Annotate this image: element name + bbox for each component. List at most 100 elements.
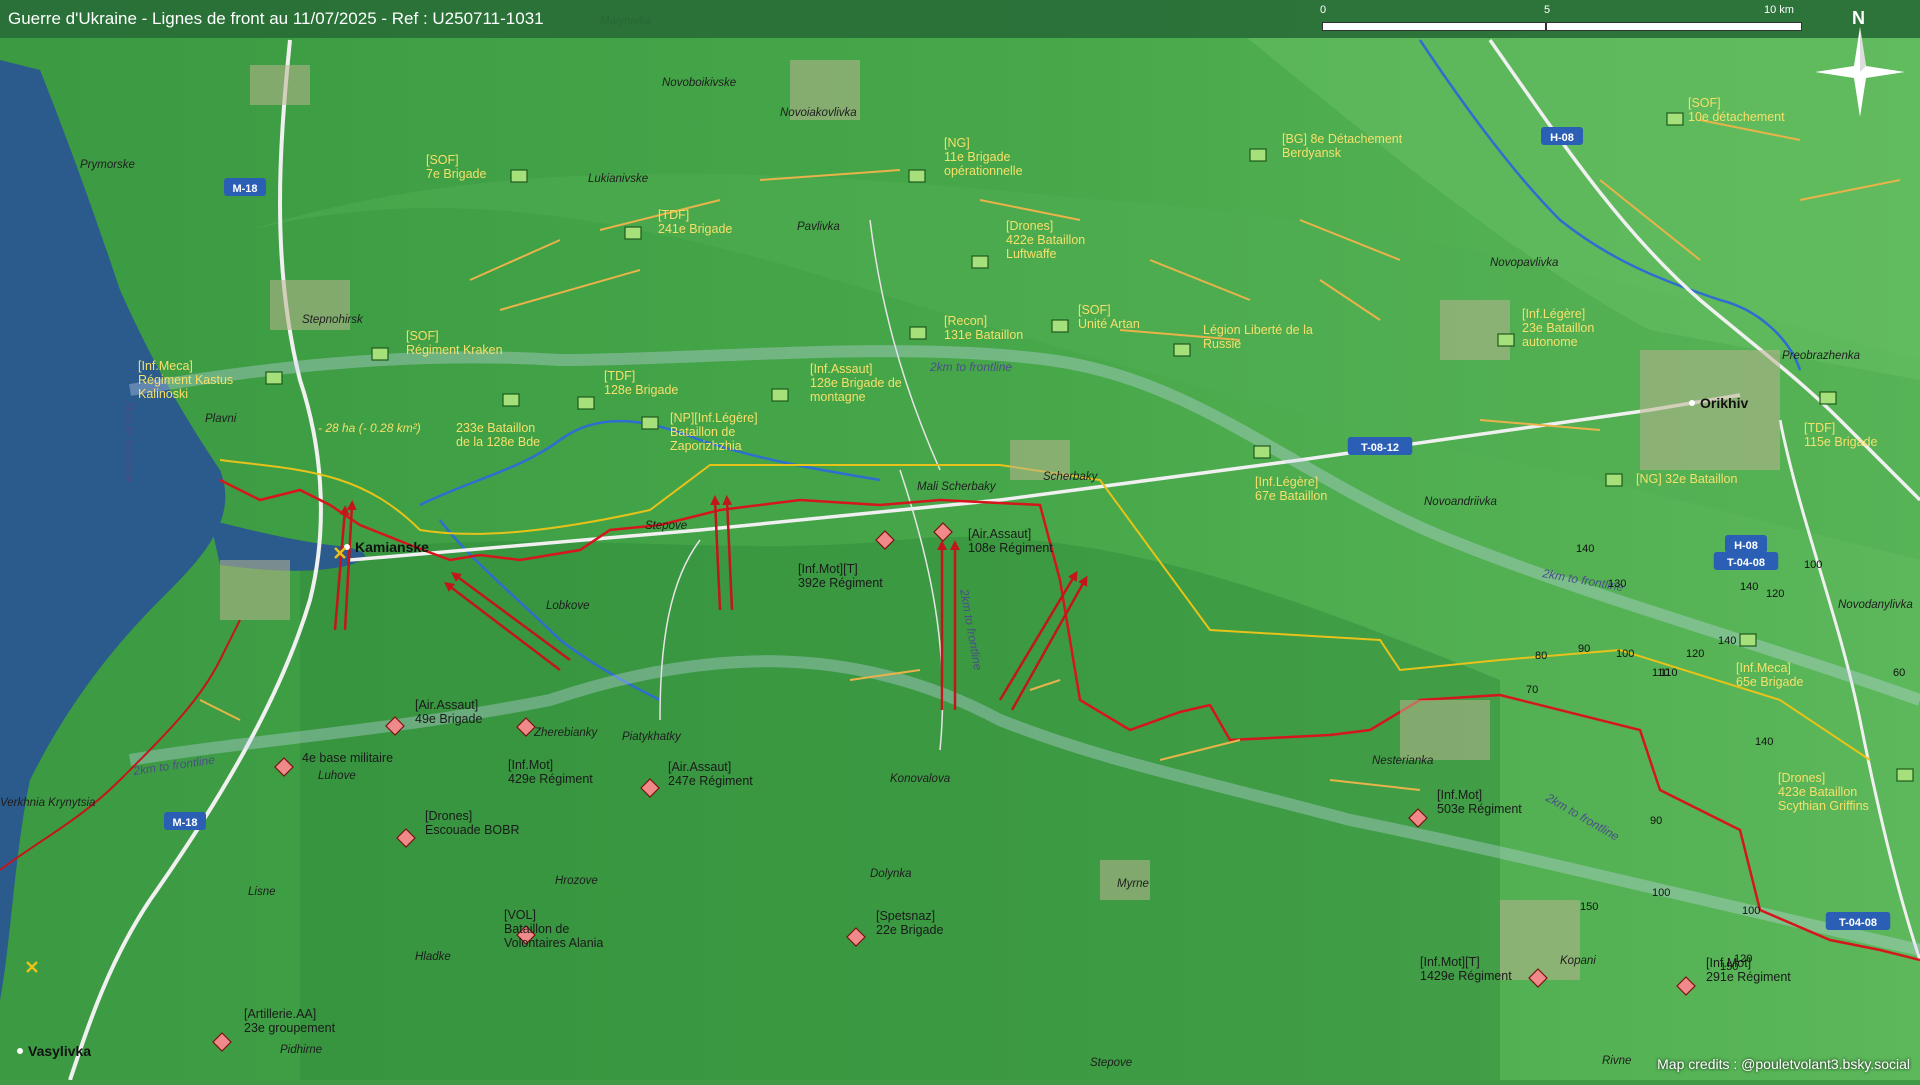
ua-unit-symbol <box>1250 149 1266 161</box>
ua-unit-label: [SOF] <box>426 153 459 167</box>
ru-unit-label: 429e Régiment <box>508 772 593 786</box>
ua-unit[interactable]: [Inf.Meca]65e Brigade <box>1736 634 1803 689</box>
area-change-note: - 28 ha (- 0.28 km²) <box>318 421 421 435</box>
ua-unit[interactable]: [TDF]128e Brigade <box>578 369 678 409</box>
ua-unit[interactable]: [Recon]131e Bataillon <box>910 314 1023 342</box>
road-shield: H-08 <box>1541 127 1583 145</box>
place-label: Lisne <box>248 886 276 898</box>
ua-unit-symbol <box>511 170 527 182</box>
ua-unit-symbol <box>772 389 788 401</box>
town-label: Orikhiv <box>1700 395 1748 411</box>
ua-unit[interactable]: [Inf.Légère]23e Bataillonautonome <box>1498 307 1594 349</box>
ua-unit[interactable]: [Inf.Légère]67e Bataillon <box>1254 446 1327 503</box>
place-label: Stepnohirsk <box>302 314 364 326</box>
ua-unit[interactable]: [TDF]115e Brigade <box>1804 392 1877 449</box>
ru-unit-symbol <box>397 829 415 847</box>
ua-unit-label: 423e Bataillon <box>1778 785 1857 799</box>
ua-unit-label: [SOF] <box>1078 303 1111 317</box>
elevation-label: 150 <box>1720 961 1738 973</box>
elevation-label: 120 <box>1686 648 1704 660</box>
ru-unit[interactable]: [Air.Assaut]247e Régiment <box>641 760 753 797</box>
ua-unit[interactable]: [Inf.Meca]Régiment KastusKalinoski <box>138 359 282 401</box>
ua-unit-symbol <box>910 327 926 339</box>
ua-unit-label: [TDF] <box>658 208 689 222</box>
ua-unit[interactable]: [NG] 32e Bataillon <box>1606 472 1737 486</box>
place-label: Lobkove <box>546 600 589 612</box>
map-canvas[interactable]: M-18M-18H-08T-08-12H-08T-04-08T-04-08Nov… <box>0 0 1920 1080</box>
ua-unit-symbol <box>1667 113 1683 125</box>
place-label: Rivne <box>1602 1055 1631 1067</box>
ua-unit[interactable]: [SOF]Unité Artan <box>1052 303 1140 332</box>
ua-unit[interactable]: [BG] 8e DétachementBerdyansk <box>1250 132 1403 161</box>
ua-unit[interactable]: 233e Bataillonde la 128e Bde <box>456 394 540 449</box>
ru-unit[interactable]: [Air.Assaut]108e Régiment <box>934 523 1053 555</box>
ua-unit-label: autonome <box>1522 335 1578 349</box>
ru-unit-label: [Inf.Mot] <box>508 758 553 772</box>
town-marker <box>1689 400 1695 406</box>
ru-unit-label: 108e Régiment <box>968 541 1053 555</box>
ua-unit-label: [TDF] <box>1804 421 1835 435</box>
ru-unit[interactable]: [Inf.Mot][T]1429e Régiment <box>1420 955 1547 987</box>
road-shield: M-18 <box>164 812 206 830</box>
ua-unit[interactable]: [Inf.Assaut]128e Brigade demontagne <box>772 362 902 404</box>
ua-unit[interactable]: [SOF]Régiment Kraken <box>372 329 503 360</box>
ua-unit-symbol <box>1820 392 1836 404</box>
road-label: M-18 <box>172 817 197 829</box>
ua-unit-symbol <box>266 372 282 384</box>
ru-unit-symbol <box>1409 809 1427 827</box>
scale-label-5: 5 <box>1544 4 1550 16</box>
ua-unit-label: 115e Brigade <box>1804 435 1877 449</box>
ru-unit[interactable]: [Drones]Escouade BOBR <box>397 809 520 847</box>
ua-unit-symbol <box>1897 769 1913 781</box>
place-label: Preobrazhenka <box>1782 350 1860 362</box>
ua-unit[interactable]: [NG]11e Brigadeopérationnelle <box>909 136 1023 182</box>
place-label: Kopani <box>1560 955 1596 967</box>
road-shield: T-08-12 <box>1348 437 1413 455</box>
ru-unit[interactable]: [Spetsnaz]22e Brigade <box>847 909 943 946</box>
ru-unit-label: 392e Régiment <box>798 576 883 590</box>
place-label: Stepove <box>1090 1057 1132 1069</box>
ua-unit[interactable]: [SOF]7e Brigade <box>426 153 527 182</box>
place-label: Lukianivske <box>588 173 648 185</box>
elevation-label: 70 <box>1526 684 1538 696</box>
ua-unit-label: 65e Brigade <box>1736 675 1803 689</box>
ru-unit[interactable]: [Air.Assaut]49e Brigade <box>386 698 482 735</box>
ru-unit[interactable]: [Inf.Mot]503e Régiment <box>1409 788 1522 827</box>
place-label: Stepove <box>645 520 687 532</box>
road-label: H-08 <box>1550 132 1574 144</box>
frontline-distance-label: 2km to frontline <box>131 753 216 778</box>
ru-unit-label: 503e Régiment <box>1437 802 1522 816</box>
ua-unit-label: Luftwaffe <box>1006 247 1057 261</box>
ru-unit-label: 4e base militaire <box>302 751 393 765</box>
ua-unit[interactable]: [Drones]422e BataillonLuftwaffe <box>972 219 1085 268</box>
place-label: Verkhnia Krynytsia <box>0 797 95 809</box>
ru-unit-label: [VOL] <box>504 908 536 922</box>
ru-unit[interactable]: [VOL]Bataillon deVolontaires Alania <box>504 908 603 950</box>
place-label: Mali Scherbaky <box>917 481 997 493</box>
ua-unit-label: montagne <box>810 390 866 404</box>
ru-unit-label: [Inf.Mot][T] <box>1420 955 1480 969</box>
elevation-label: 60 <box>1893 667 1905 679</box>
place-label: Zherebianky <box>533 727 599 739</box>
ua-unit[interactable]: Légion Liberté de laRussie <box>1174 323 1313 356</box>
ua-unit-label: 422e Bataillon <box>1006 233 1085 247</box>
place-label: Dolynka <box>870 868 912 880</box>
ua-unit[interactable]: [NP][Inf.Légère]Bataillon deZaporizhzhia <box>642 411 758 453</box>
road-shield: M-18 <box>224 178 266 196</box>
ua-unit-label: Bataillon de <box>670 425 735 439</box>
ua-unit[interactable]: [SOF]10e détachement <box>1667 96 1785 125</box>
town-label: Kamianske <box>355 539 429 555</box>
place-label: Prymorske <box>80 159 135 171</box>
ru-unit[interactable]: [Inf.Mot][T]392e Régiment <box>798 531 894 590</box>
ru-unit-label: 291e Régiment <box>1706 970 1791 984</box>
ua-unit-label: 128e Brigade de <box>810 376 902 390</box>
ua-unit-label: Berdyansk <box>1282 146 1342 160</box>
place-label: Konovalova <box>890 773 950 785</box>
ua-unit[interactable]: [TDF]241e Brigade <box>625 208 732 239</box>
ua-unit-label: 10e détachement <box>1688 110 1785 124</box>
ru-unit-symbol <box>386 717 404 735</box>
elevation-label: 120 <box>1766 588 1784 600</box>
ua-unit[interactable]: [Drones]423e BataillonScythian Griffins <box>1778 769 1913 813</box>
place-label: Luhove <box>318 770 356 782</box>
ua-unit-symbol <box>1498 334 1514 346</box>
